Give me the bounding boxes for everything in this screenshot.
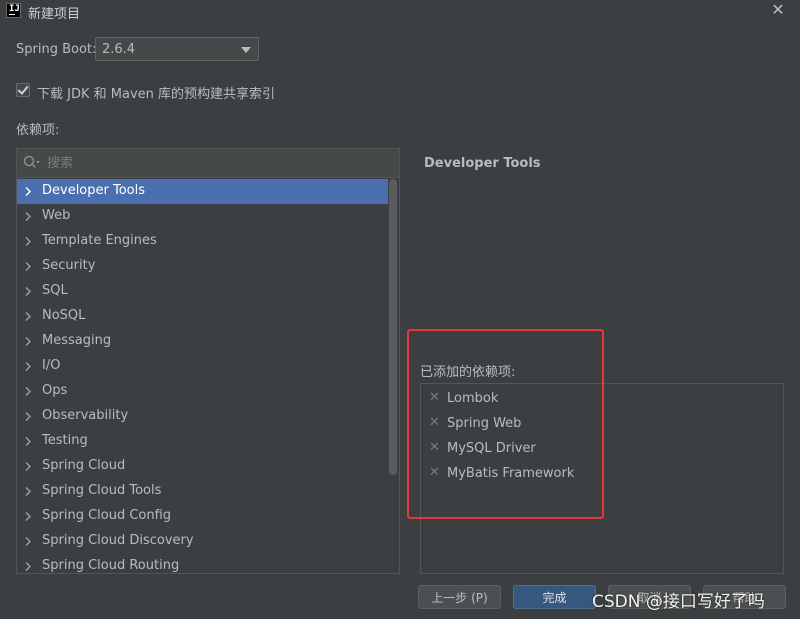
close-icon[interactable]: ✕ (770, 1, 786, 19)
category-item[interactable]: Developer Tools (17, 179, 388, 204)
chevron-right-icon (25, 462, 31, 471)
chevron-right-icon (25, 262, 31, 271)
category-label: Spring Cloud Discovery (42, 533, 194, 548)
category-item[interactable]: Spring Cloud (17, 454, 388, 479)
category-item[interactable]: Testing (17, 429, 388, 454)
category-label: Spring Cloud (42, 458, 126, 473)
chevron-right-icon (25, 512, 31, 521)
category-item[interactable]: Spring Cloud Routing (17, 554, 388, 573)
spring-boot-version-value: 2.6.4 (102, 41, 136, 57)
window-title: 新建项目 (28, 7, 81, 22)
chevron-right-icon (25, 537, 31, 546)
category-label: Developer Tools (42, 183, 146, 198)
category-item[interactable]: Spring Cloud Discovery (17, 529, 388, 554)
help-button[interactable]: 帮助 (703, 585, 786, 609)
chevron-right-icon (25, 487, 31, 496)
chevron-right-icon (25, 187, 31, 196)
chevron-right-icon (25, 312, 31, 321)
chevron-right-icon (25, 412, 31, 421)
chevron-right-icon (25, 212, 31, 221)
highlight-annotation-box (407, 329, 604, 519)
spring-boot-label: Spring Boot: (16, 42, 97, 57)
category-label: Observability (42, 408, 129, 423)
shared-index-label[interactable]: 下载 JDK 和 Maven 库的预构建共享索引 (37, 83, 275, 102)
dependency-search-input[interactable] (47, 153, 387, 174)
spring-boot-version-select[interactable]: 2.6.4 (95, 37, 259, 61)
finish-button[interactable]: 完成 (513, 585, 596, 609)
chevron-right-icon (25, 362, 31, 371)
dependency-category-panel: Developer Tools Web Template Engines Securi… (16, 148, 400, 574)
category-label: Security (42, 258, 96, 273)
shared-index-checkbox[interactable] (16, 83, 30, 97)
category-item[interactable]: Ops (17, 379, 388, 404)
scrollbar-thumb[interactable] (389, 179, 397, 475)
category-label: NoSQL (42, 308, 86, 323)
category-label: I/O (42, 358, 61, 373)
category-item[interactable]: SQL (17, 279, 388, 304)
category-label: Messaging (42, 333, 112, 348)
category-item[interactable]: Template Engines (17, 229, 388, 254)
category-label: Ops (42, 383, 68, 398)
category-label: Web (42, 208, 71, 223)
dependencies-label: 依赖项: (16, 123, 60, 138)
category-label: Spring Cloud Config (42, 508, 172, 523)
category-label: Spring Cloud Routing (42, 558, 180, 573)
category-label: Spring Cloud Tools (42, 483, 162, 498)
category-scrollbar[interactable] (389, 179, 397, 573)
chevron-down-icon (241, 47, 251, 53)
category-item[interactable]: Observability (17, 404, 388, 429)
previous-button[interactable]: 上一步 (P) (418, 585, 501, 609)
category-label: Testing (42, 433, 88, 448)
category-item[interactable]: Web (17, 204, 388, 229)
cancel-button[interactable]: 取消 (608, 585, 691, 609)
search-icon (23, 155, 40, 169)
category-item[interactable]: Security (17, 254, 388, 279)
chevron-right-icon (25, 337, 31, 346)
chevron-right-icon (25, 562, 31, 571)
chevron-right-icon (25, 287, 31, 296)
title-bar: IJ 新建项目 ✕ (0, 0, 800, 22)
category-item[interactable]: I/O (17, 354, 388, 379)
chevron-right-icon (25, 387, 31, 396)
chevron-right-icon (25, 237, 31, 246)
category-item[interactable]: Spring Cloud Config (17, 504, 388, 529)
category-label: Template Engines (42, 233, 157, 248)
detail-title: Developer Tools (424, 156, 541, 171)
category-item[interactable]: NoSQL (17, 304, 388, 329)
category-label: SQL (42, 283, 68, 298)
search-row (17, 149, 399, 178)
chevron-right-icon (25, 437, 31, 446)
category-item[interactable]: Spring Cloud Tools (17, 479, 388, 504)
intellij-icon: IJ (6, 3, 21, 18)
category-item[interactable]: Messaging (17, 329, 388, 354)
category-tree: Developer Tools Web Template Engines Securi… (17, 179, 388, 573)
